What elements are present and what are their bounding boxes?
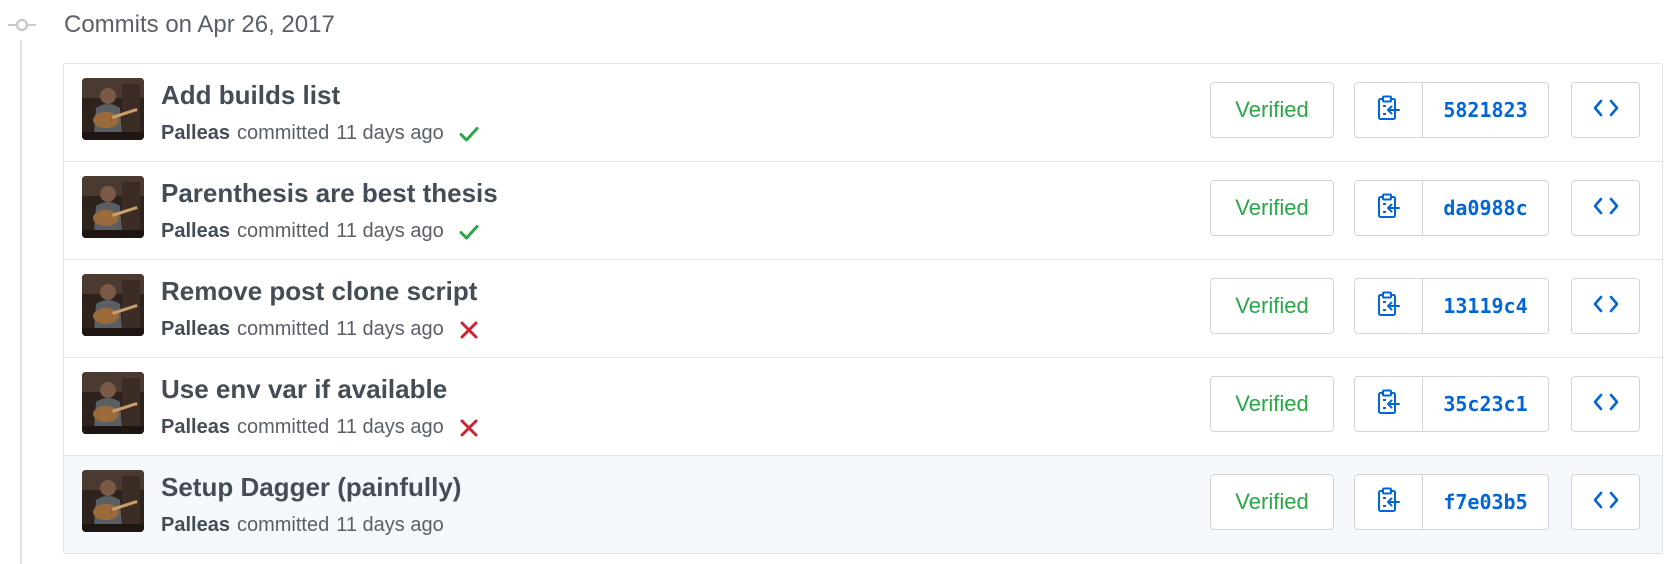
sha-button-group: 5821823 bbox=[1354, 82, 1549, 138]
browse-repo-button[interactable] bbox=[1571, 474, 1640, 530]
commit-meta: Palleas committed 11 days ago bbox=[161, 220, 480, 243]
code-icon bbox=[1593, 393, 1619, 416]
sha-button-group: 35c23c1 bbox=[1354, 376, 1549, 432]
commit-list: Add builds list Palleas committed 11 day… bbox=[63, 63, 1663, 554]
commit-sha-link[interactable]: f7e03b5 bbox=[1423, 475, 1548, 529]
timeline-line bbox=[20, 40, 22, 564]
commit-sha-link[interactable]: 5821823 bbox=[1423, 83, 1548, 137]
commit-title-link[interactable]: Remove post clone script bbox=[161, 276, 477, 307]
commit-author-link[interactable]: Palleas bbox=[161, 122, 230, 145]
commits-page: Commits on Apr 26, 2017 Add builds list … bbox=[0, 0, 1676, 564]
commit-title-link[interactable]: Use env var if available bbox=[161, 374, 447, 405]
code-icon bbox=[1593, 295, 1619, 318]
verified-badge[interactable]: Verified bbox=[1210, 376, 1334, 432]
commit-row: Remove post clone script Palleas committ… bbox=[64, 260, 1662, 358]
x-icon[interactable] bbox=[458, 417, 480, 439]
commit-author-link[interactable]: Palleas bbox=[161, 220, 230, 243]
commit-action: committed bbox=[236, 220, 330, 242]
clippy-icon bbox=[1377, 487, 1401, 518]
sha-button-group: da0988c bbox=[1354, 180, 1549, 236]
commit-time: 11 days ago bbox=[336, 318, 444, 340]
copy-sha-button[interactable] bbox=[1355, 475, 1423, 529]
verified-badge[interactable]: Verified bbox=[1210, 82, 1334, 138]
commit-meta: Palleas committed 11 days ago bbox=[161, 318, 480, 341]
copy-sha-button[interactable] bbox=[1355, 83, 1423, 137]
copy-sha-button[interactable] bbox=[1355, 279, 1423, 333]
commit-meta: Palleas committed 11 days ago bbox=[161, 514, 444, 537]
sha-button-group: 13119c4 bbox=[1354, 278, 1549, 334]
copy-sha-button[interactable] bbox=[1355, 181, 1423, 235]
verified-badge[interactable]: Verified bbox=[1210, 180, 1334, 236]
commit-row: Use env var if available Palleas committ… bbox=[64, 358, 1662, 456]
avatar[interactable] bbox=[82, 78, 144, 140]
commit-action: committed bbox=[236, 122, 330, 144]
commit-title-link[interactable]: Setup Dagger (painfully) bbox=[161, 472, 461, 503]
commit-row: Setup Dagger (painfully) Palleas committ… bbox=[64, 456, 1662, 554]
commit-time: 11 days ago bbox=[336, 220, 444, 242]
commit-action: committed bbox=[236, 514, 330, 536]
code-icon bbox=[1593, 99, 1619, 122]
clippy-icon bbox=[1377, 389, 1401, 420]
verified-badge[interactable]: Verified bbox=[1210, 474, 1334, 530]
commit-title-link[interactable]: Parenthesis are best thesis bbox=[161, 178, 498, 209]
copy-sha-button[interactable] bbox=[1355, 377, 1423, 431]
commit-time: 11 days ago bbox=[336, 122, 444, 144]
commit-title-link[interactable]: Add builds list bbox=[161, 80, 340, 111]
avatar[interactable] bbox=[82, 470, 144, 532]
commit-time: 11 days ago bbox=[336, 416, 444, 438]
avatar[interactable] bbox=[82, 176, 144, 238]
commit-row: Add builds list Palleas committed 11 day… bbox=[64, 64, 1662, 162]
clippy-icon bbox=[1377, 193, 1401, 224]
sha-button-group: f7e03b5 bbox=[1354, 474, 1549, 530]
check-icon[interactable] bbox=[458, 221, 480, 243]
commit-sha-link[interactable]: 13119c4 bbox=[1423, 279, 1548, 333]
avatar[interactable] bbox=[82, 274, 144, 336]
browse-repo-button[interactable] bbox=[1571, 376, 1640, 432]
commit-author-link[interactable]: Palleas bbox=[161, 318, 230, 341]
browse-repo-button[interactable] bbox=[1571, 278, 1640, 334]
commit-sha-link[interactable]: da0988c bbox=[1423, 181, 1548, 235]
code-icon bbox=[1593, 197, 1619, 220]
commit-action: committed bbox=[236, 318, 330, 340]
git-commit-icon bbox=[8, 18, 36, 32]
commit-meta: Palleas committed 11 days ago bbox=[161, 416, 480, 439]
clippy-icon bbox=[1377, 95, 1401, 126]
commit-sha-link[interactable]: 35c23c1 bbox=[1423, 377, 1548, 431]
commit-time: 11 days ago bbox=[336, 514, 444, 536]
clippy-icon bbox=[1377, 291, 1401, 322]
code-icon bbox=[1593, 491, 1619, 514]
commit-group-title: Commits on Apr 26, 2017 bbox=[64, 11, 335, 38]
commit-row: Parenthesis are best thesis Palleas comm… bbox=[64, 162, 1662, 260]
avatar[interactable] bbox=[82, 372, 144, 434]
x-icon[interactable] bbox=[458, 319, 480, 341]
commit-action: committed bbox=[236, 416, 330, 438]
verified-badge[interactable]: Verified bbox=[1210, 278, 1334, 334]
commit-author-link[interactable]: Palleas bbox=[161, 416, 230, 439]
check-icon[interactable] bbox=[458, 123, 480, 145]
browse-repo-button[interactable] bbox=[1571, 82, 1640, 138]
commit-meta: Palleas committed 11 days ago bbox=[161, 122, 480, 145]
browse-repo-button[interactable] bbox=[1571, 180, 1640, 236]
commit-author-link[interactable]: Palleas bbox=[161, 514, 230, 537]
